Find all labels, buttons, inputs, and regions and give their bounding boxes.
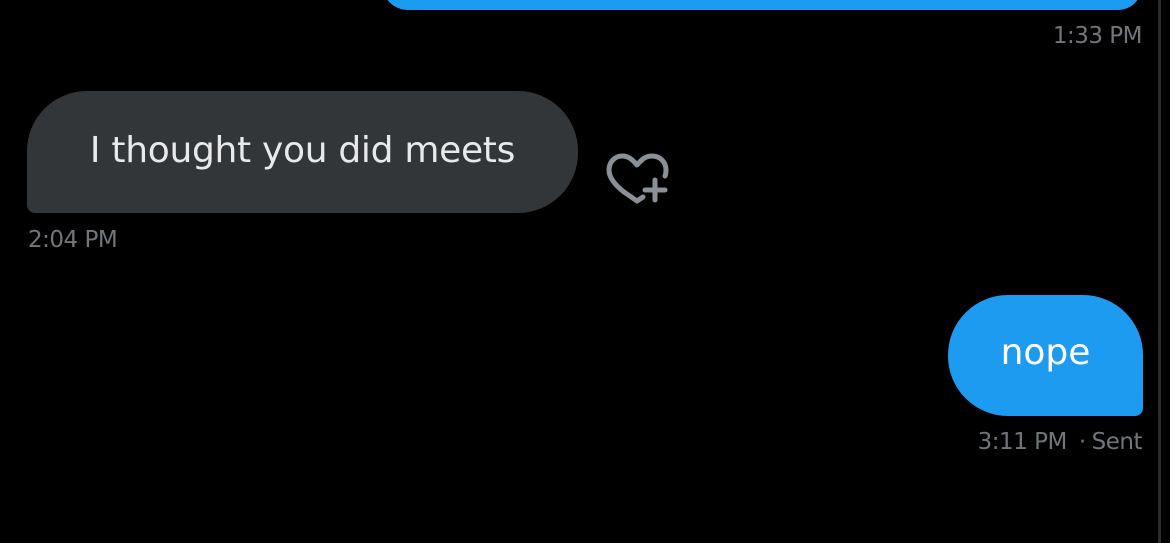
message-timestamp: 2:04 PM bbox=[28, 227, 118, 253]
message-text: nope bbox=[1000, 332, 1091, 373]
message-meta: 3:11 PM · Sent bbox=[977, 429, 1143, 455]
add-reaction-button[interactable] bbox=[604, 150, 672, 208]
dm-conversation: 1:33 PM I thought you did meets 2:04 PM … bbox=[0, 0, 1170, 543]
scrollbar[interactable] bbox=[1158, 0, 1161, 543]
heart-plus-icon bbox=[606, 153, 669, 204]
sent-message-bubble-previous[interactable] bbox=[382, 0, 1142, 10]
timestamp-text: 3:11 PM bbox=[977, 429, 1068, 455]
received-message-bubble[interactable]: I thought you did meets bbox=[27, 91, 578, 213]
delivery-status: Sent bbox=[1091, 429, 1143, 455]
message-text: I thought you did meets bbox=[89, 129, 516, 171]
timestamp-text: 1:33 PM bbox=[1052, 23, 1143, 49]
timestamp-text: 2:04 PM bbox=[28, 227, 118, 253]
sent-message-bubble[interactable]: nope bbox=[948, 295, 1143, 416]
meta-separator: · bbox=[1078, 429, 1086, 455]
message-timestamp: 1:33 PM bbox=[1052, 23, 1143, 49]
